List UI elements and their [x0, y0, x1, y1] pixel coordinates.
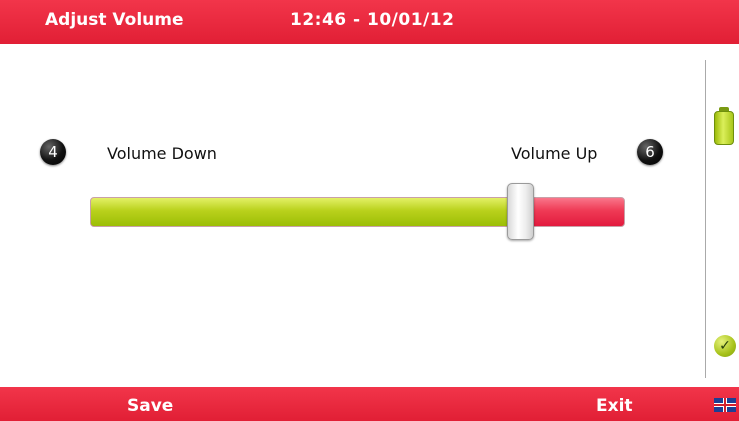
- check-icon: ✓: [714, 335, 736, 357]
- datetime: 12:46 - 10/01/12: [290, 10, 455, 30]
- exit-button[interactable]: Exit: [596, 396, 633, 416]
- battery-icon: [714, 107, 734, 145]
- volume-slider-track[interactable]: [90, 197, 625, 227]
- save-button[interactable]: Save: [127, 396, 173, 416]
- key-4-icon[interactable]: 4: [40, 139, 66, 165]
- volume-level-fill: [91, 198, 522, 226]
- volume-down-label: Volume Down: [107, 144, 217, 163]
- sidebar-divider: [705, 60, 706, 378]
- volume-panel: 4 Volume Down Volume Up 6: [0, 44, 705, 387]
- volume-slider-thumb[interactable]: [507, 183, 535, 240]
- soft-key-bar: Save Exit: [0, 387, 739, 421]
- volume-up-label: Volume Up: [511, 144, 598, 163]
- page-title: Adjust Volume: [45, 10, 184, 30]
- title-bar: Adjust Volume 12:46 - 10/01/12: [0, 0, 739, 44]
- uk-flag-icon[interactable]: [714, 398, 736, 412]
- key-6-icon[interactable]: 6: [637, 139, 663, 165]
